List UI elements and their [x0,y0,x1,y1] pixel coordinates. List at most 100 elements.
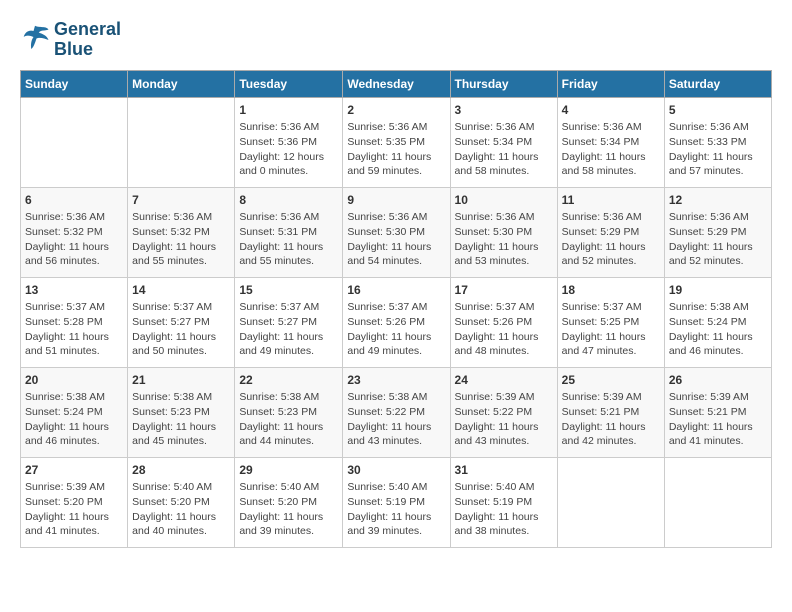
day-info: Sunrise: 5:39 AM Sunset: 5:21 PM Dayligh… [669,390,767,449]
column-header-thursday: Thursday [450,70,557,97]
day-number: 12 [669,192,767,209]
day-info: Sunrise: 5:36 AM Sunset: 5:30 PM Dayligh… [455,210,553,269]
day-number: 8 [239,192,338,209]
calendar-cell: 31Sunrise: 5:40 AM Sunset: 5:19 PM Dayli… [450,457,557,547]
day-number: 2 [347,102,445,119]
day-number: 1 [239,102,338,119]
column-header-sunday: Sunday [21,70,128,97]
day-number: 13 [25,282,123,299]
day-number: 6 [25,192,123,209]
day-number: 9 [347,192,445,209]
day-info: Sunrise: 5:37 AM Sunset: 5:27 PM Dayligh… [239,300,338,359]
logo: General Blue [20,20,121,60]
day-number: 7 [132,192,230,209]
calendar-cell: 14Sunrise: 5:37 AM Sunset: 5:27 PM Dayli… [128,277,235,367]
calendar-cell: 27Sunrise: 5:39 AM Sunset: 5:20 PM Dayli… [21,457,128,547]
column-header-wednesday: Wednesday [343,70,450,97]
calendar-cell: 2Sunrise: 5:36 AM Sunset: 5:35 PM Daylig… [343,97,450,187]
column-header-tuesday: Tuesday [235,70,343,97]
calendar-cell: 18Sunrise: 5:37 AM Sunset: 5:25 PM Dayli… [557,277,664,367]
calendar-cell: 30Sunrise: 5:40 AM Sunset: 5:19 PM Dayli… [343,457,450,547]
day-number: 10 [455,192,553,209]
calendar-cell: 16Sunrise: 5:37 AM Sunset: 5:26 PM Dayli… [343,277,450,367]
calendar-cell: 25Sunrise: 5:39 AM Sunset: 5:21 PM Dayli… [557,367,664,457]
day-info: Sunrise: 5:36 AM Sunset: 5:32 PM Dayligh… [25,210,123,269]
day-number: 14 [132,282,230,299]
day-number: 29 [239,462,338,479]
week-row-3: 13Sunrise: 5:37 AM Sunset: 5:28 PM Dayli… [21,277,772,367]
calendar-cell: 3Sunrise: 5:36 AM Sunset: 5:34 PM Daylig… [450,97,557,187]
day-info: Sunrise: 5:36 AM Sunset: 5:35 PM Dayligh… [347,120,445,179]
day-number: 25 [562,372,660,389]
day-number: 23 [347,372,445,389]
column-header-friday: Friday [557,70,664,97]
day-number: 19 [669,282,767,299]
column-header-saturday: Saturday [664,70,771,97]
calendar-cell: 13Sunrise: 5:37 AM Sunset: 5:28 PM Dayli… [21,277,128,367]
day-info: Sunrise: 5:39 AM Sunset: 5:20 PM Dayligh… [25,480,123,539]
day-number: 30 [347,462,445,479]
day-info: Sunrise: 5:36 AM Sunset: 5:29 PM Dayligh… [562,210,660,269]
calendar-cell [664,457,771,547]
calendar-cell: 8Sunrise: 5:36 AM Sunset: 5:31 PM Daylig… [235,187,343,277]
page-header: General Blue [20,20,772,60]
day-number: 18 [562,282,660,299]
calendar-header-row: SundayMondayTuesdayWednesdayThursdayFrid… [21,70,772,97]
calendar-cell: 17Sunrise: 5:37 AM Sunset: 5:26 PM Dayli… [450,277,557,367]
calendar-cell: 7Sunrise: 5:36 AM Sunset: 5:32 PM Daylig… [128,187,235,277]
calendar-cell [128,97,235,187]
calendar-cell: 21Sunrise: 5:38 AM Sunset: 5:23 PM Dayli… [128,367,235,457]
calendar-cell [557,457,664,547]
day-info: Sunrise: 5:38 AM Sunset: 5:24 PM Dayligh… [669,300,767,359]
day-info: Sunrise: 5:36 AM Sunset: 5:29 PM Dayligh… [669,210,767,269]
day-info: Sunrise: 5:39 AM Sunset: 5:21 PM Dayligh… [562,390,660,449]
day-info: Sunrise: 5:40 AM Sunset: 5:20 PM Dayligh… [239,480,338,539]
calendar-cell: 23Sunrise: 5:38 AM Sunset: 5:22 PM Dayli… [343,367,450,457]
calendar-cell: 26Sunrise: 5:39 AM Sunset: 5:21 PM Dayli… [664,367,771,457]
day-info: Sunrise: 5:37 AM Sunset: 5:25 PM Dayligh… [562,300,660,359]
day-info: Sunrise: 5:36 AM Sunset: 5:36 PM Dayligh… [239,120,338,179]
calendar-cell: 19Sunrise: 5:38 AM Sunset: 5:24 PM Dayli… [664,277,771,367]
day-info: Sunrise: 5:36 AM Sunset: 5:31 PM Dayligh… [239,210,338,269]
day-number: 31 [455,462,553,479]
week-row-1: 1Sunrise: 5:36 AM Sunset: 5:36 PM Daylig… [21,97,772,187]
day-info: Sunrise: 5:36 AM Sunset: 5:34 PM Dayligh… [562,120,660,179]
day-number: 20 [25,372,123,389]
calendar-cell: 4Sunrise: 5:36 AM Sunset: 5:34 PM Daylig… [557,97,664,187]
calendar-cell: 1Sunrise: 5:36 AM Sunset: 5:36 PM Daylig… [235,97,343,187]
day-number: 27 [25,462,123,479]
day-number: 11 [562,192,660,209]
week-row-2: 6Sunrise: 5:36 AM Sunset: 5:32 PM Daylig… [21,187,772,277]
day-info: Sunrise: 5:36 AM Sunset: 5:30 PM Dayligh… [347,210,445,269]
day-info: Sunrise: 5:37 AM Sunset: 5:28 PM Dayligh… [25,300,123,359]
day-info: Sunrise: 5:39 AM Sunset: 5:22 PM Dayligh… [455,390,553,449]
day-info: Sunrise: 5:38 AM Sunset: 5:24 PM Dayligh… [25,390,123,449]
day-info: Sunrise: 5:38 AM Sunset: 5:23 PM Dayligh… [239,390,338,449]
calendar-cell: 5Sunrise: 5:36 AM Sunset: 5:33 PM Daylig… [664,97,771,187]
calendar-cell: 24Sunrise: 5:39 AM Sunset: 5:22 PM Dayli… [450,367,557,457]
calendar-cell: 22Sunrise: 5:38 AM Sunset: 5:23 PM Dayli… [235,367,343,457]
calendar-cell: 9Sunrise: 5:36 AM Sunset: 5:30 PM Daylig… [343,187,450,277]
day-info: Sunrise: 5:37 AM Sunset: 5:26 PM Dayligh… [347,300,445,359]
day-info: Sunrise: 5:36 AM Sunset: 5:32 PM Dayligh… [132,210,230,269]
calendar-cell: 6Sunrise: 5:36 AM Sunset: 5:32 PM Daylig… [21,187,128,277]
logo-text: General Blue [54,20,121,60]
day-info: Sunrise: 5:40 AM Sunset: 5:19 PM Dayligh… [347,480,445,539]
calendar-cell: 10Sunrise: 5:36 AM Sunset: 5:30 PM Dayli… [450,187,557,277]
day-number: 22 [239,372,338,389]
column-header-monday: Monday [128,70,235,97]
calendar-cell: 15Sunrise: 5:37 AM Sunset: 5:27 PM Dayli… [235,277,343,367]
day-info: Sunrise: 5:37 AM Sunset: 5:27 PM Dayligh… [132,300,230,359]
day-info: Sunrise: 5:40 AM Sunset: 5:19 PM Dayligh… [455,480,553,539]
day-number: 4 [562,102,660,119]
day-info: Sunrise: 5:40 AM Sunset: 5:20 PM Dayligh… [132,480,230,539]
day-number: 21 [132,372,230,389]
calendar-cell: 20Sunrise: 5:38 AM Sunset: 5:24 PM Dayli… [21,367,128,457]
calendar-cell: 11Sunrise: 5:36 AM Sunset: 5:29 PM Dayli… [557,187,664,277]
day-number: 17 [455,282,553,299]
calendar-cell [21,97,128,187]
calendar-cell: 12Sunrise: 5:36 AM Sunset: 5:29 PM Dayli… [664,187,771,277]
day-number: 24 [455,372,553,389]
day-number: 15 [239,282,338,299]
week-row-4: 20Sunrise: 5:38 AM Sunset: 5:24 PM Dayli… [21,367,772,457]
